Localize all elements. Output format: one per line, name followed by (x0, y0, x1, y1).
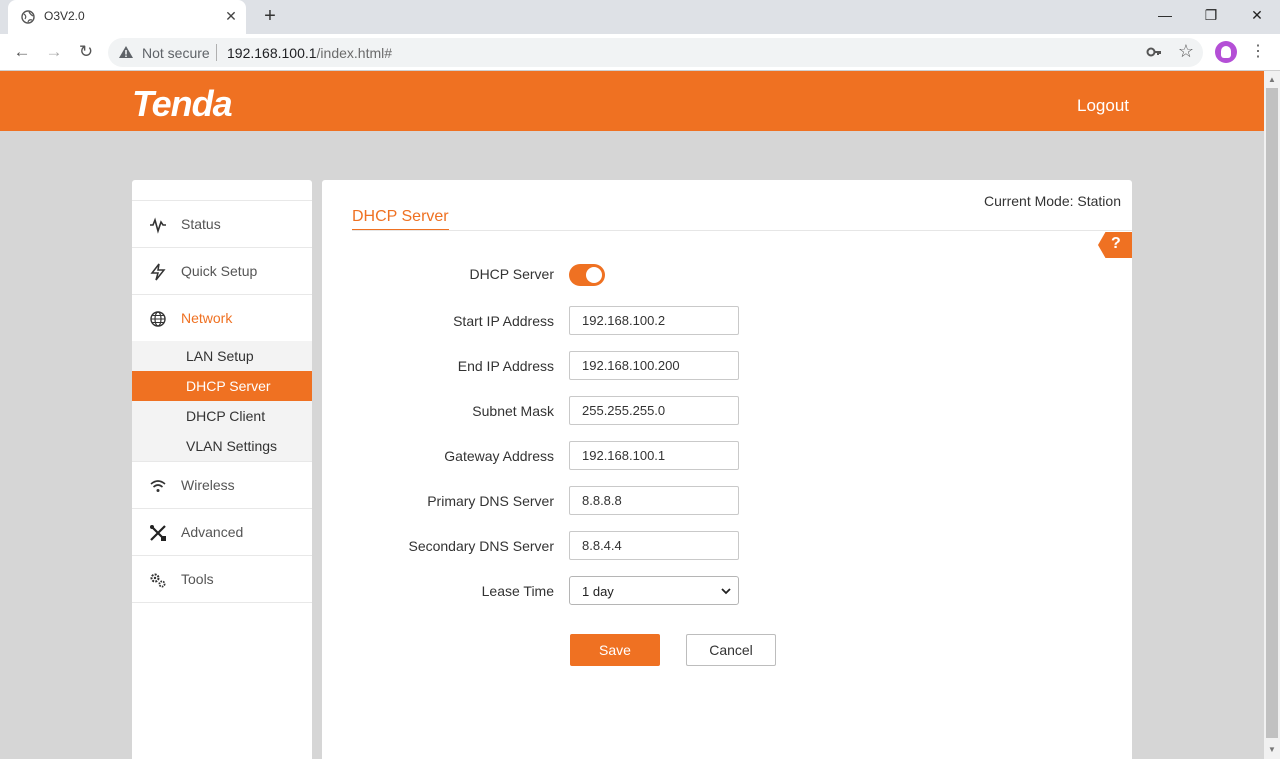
restore-icon[interactable]: ❐ (1188, 0, 1234, 30)
tools-cross-icon (150, 525, 166, 541)
window-close-icon[interactable]: ✕ (1234, 0, 1280, 30)
subnet-mask-input[interactable] (569, 396, 739, 425)
forward-icon[interactable]: → (41, 39, 67, 65)
back-icon[interactable]: ← (9, 39, 35, 65)
start-ip-label: Start IP Address (453, 313, 554, 329)
lease-time-value: 1 day (582, 584, 614, 599)
sidebar-item-label: Wireless (181, 477, 235, 493)
chevron-down-icon (721, 588, 731, 595)
not-secure-label: Not secure (142, 45, 210, 61)
sidebar-subitem-label: DHCP Server (186, 378, 271, 394)
lease-time-select[interactable]: 1 day (569, 576, 739, 605)
router-header: Tenda Logout (0, 71, 1264, 131)
sidebar-subitem-vlan-settings[interactable]: VLAN Settings (132, 431, 312, 461)
bookmark-star-icon[interactable]: ☆ (1176, 41, 1196, 61)
sidebar-item-status[interactable]: Status (132, 200, 312, 247)
dhcp-server-toggle[interactable] (569, 264, 605, 286)
sidebar-divider (132, 602, 312, 603)
browser-menu-icon[interactable]: ⋮ (1248, 41, 1268, 63)
lightning-icon (150, 263, 166, 281)
url-host: 192.168.100.1 (227, 45, 317, 61)
current-mode: Current Mode: Station (984, 193, 1121, 209)
profile-avatar[interactable] (1215, 41, 1237, 63)
end-ip-label: End IP Address (457, 358, 554, 374)
key-icon[interactable] (1146, 44, 1162, 60)
start-ip-input[interactable] (569, 306, 739, 335)
page-title: DHCP Server (352, 208, 449, 231)
sidebar-item-label: Advanced (181, 524, 244, 540)
sidebar-item-wireless[interactable]: Wireless (132, 461, 312, 508)
sidebar-item-network[interactable]: Network (132, 294, 312, 341)
browser-titlebar: O3V2.0 ✕ + — ❐ ✕ (0, 0, 1280, 34)
sidebar-item-tools[interactable]: Tools (132, 555, 312, 602)
subnet-mask-label: Subnet Mask (472, 403, 554, 419)
globe-icon (21, 10, 35, 24)
title-divider (352, 230, 1132, 231)
sidebar: Status Quick Setup Network LAN Setup DHC… (132, 180, 312, 759)
sidebar-item-label: Quick Setup (181, 263, 258, 279)
scroll-down-icon[interactable]: ▼ (1267, 745, 1277, 755)
wifi-icon (150, 480, 166, 492)
end-ip-input[interactable] (569, 351, 739, 380)
help-button[interactable]: ? (1098, 232, 1132, 258)
secondary-dns-label: Secondary DNS Server (408, 538, 554, 554)
sidebar-item-label: Network (181, 310, 233, 326)
help-icon: ? (1111, 235, 1121, 252)
tenda-logo: Tenda (132, 83, 233, 124)
minimize-icon[interactable]: — (1142, 0, 1188, 30)
primary-dns-input[interactable] (569, 486, 739, 515)
secondary-dns-input[interactable] (569, 531, 739, 560)
main-panel: Current Mode: Station DHCP Server ? DHCP… (322, 180, 1132, 759)
globe-icon (150, 311, 166, 327)
gears-icon (150, 573, 166, 588)
sidebar-item-advanced[interactable]: Advanced (132, 508, 312, 555)
page-scrollbar[interactable]: ▲ ▼ (1264, 71, 1280, 759)
pulse-icon (150, 217, 166, 234)
primary-dns-label: Primary DNS Server (427, 493, 554, 509)
dhcp-server-label: DHCP Server (469, 266, 554, 282)
sidebar-subitem-dhcp-client[interactable]: DHCP Client (132, 401, 312, 431)
sidebar-item-quick-setup[interactable]: Quick Setup (132, 247, 312, 294)
cancel-button[interactable]: Cancel (686, 634, 776, 666)
scroll-thumb[interactable] (1266, 88, 1278, 738)
address-bar[interactable]: Not secure 192.168.100.1/index.html# (108, 38, 1203, 67)
tab-title: O3V2.0 (44, 9, 85, 23)
browser-toolbar: ← → ↻ Not secure 192.168.100.1/index.htm… (0, 34, 1280, 71)
warning-icon (119, 46, 133, 58)
tab-close-icon[interactable]: ✕ (222, 7, 240, 25)
gateway-input[interactable] (569, 441, 739, 470)
reload-icon[interactable]: ↻ (73, 39, 99, 65)
sidebar-subitem-dhcp-server[interactable]: DHCP Server (132, 371, 312, 401)
save-button[interactable]: Save (570, 634, 660, 666)
url-path: /index.html# (316, 45, 393, 61)
sidebar-subitem-label: VLAN Settings (186, 438, 278, 454)
browser-tab[interactable]: O3V2.0 ✕ (8, 0, 246, 34)
sidebar-subitem-label: LAN Setup (186, 348, 254, 364)
sidebar-item-label: Status (181, 216, 221, 232)
toggle-knob (586, 267, 602, 283)
sidebar-subitem-lan-setup[interactable]: LAN Setup (132, 341, 312, 371)
sidebar-subitem-label: DHCP Client (186, 408, 266, 424)
sidebar-item-label: Tools (181, 571, 214, 587)
gateway-label: Gateway Address (444, 448, 554, 464)
new-tab-icon[interactable]: + (258, 5, 282, 29)
scroll-up-icon[interactable]: ▲ (1267, 75, 1277, 85)
logout-link[interactable]: Logout (1077, 96, 1129, 116)
address-separator (216, 44, 217, 61)
lease-time-label: Lease Time (481, 583, 554, 599)
url-text: 192.168.100.1/index.html# (227, 45, 392, 61)
